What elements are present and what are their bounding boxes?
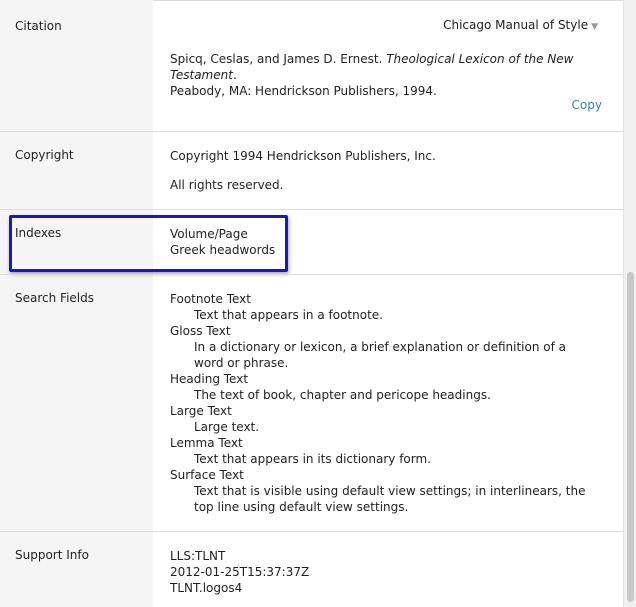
support-lines: LLS:TLNT 2012-01-25T15:37:37Z TLNT.logos… xyxy=(170,548,610,596)
indexes-highlight-box xyxy=(9,215,288,272)
divider xyxy=(0,531,624,532)
top-divider xyxy=(153,0,624,1)
field-name: Lemma Text xyxy=(170,436,243,450)
citation-style-dropdown[interactable]: Chicago Manual of Style ▼ xyxy=(443,18,598,32)
support-line: TLNT.logos4 xyxy=(170,581,243,595)
citation-style-value: Chicago Manual of Style xyxy=(443,18,589,32)
copyright-value: Copyright 1994 Hendrickson Publishers, I… xyxy=(170,148,610,193)
copy-button[interactable]: Copy xyxy=(572,98,602,112)
field-desc: The text of book, chapter and pericope h… xyxy=(194,388,491,402)
citation-text: Spicq, Ceslas, and James D. Ernest. Theo… xyxy=(170,52,574,98)
copyright-label: Copyright xyxy=(15,148,74,162)
field-name: Surface Text xyxy=(170,468,244,482)
support-line: LLS:TLNT xyxy=(170,549,226,563)
citation-author: Spicq, Ceslas, and James D. Ernest. xyxy=(170,52,383,66)
citation-publisher: Peabody, MA: Hendrickson Publishers, 199… xyxy=(170,84,437,98)
vertical-scrollbar[interactable] xyxy=(623,0,636,607)
rights-line: All rights reserved. xyxy=(170,178,284,192)
support-label: Support Info xyxy=(15,548,89,562)
resource-info-panel: Citation Chicago Manual of Style ▼ Spicq,… xyxy=(0,0,624,607)
field-desc: Text that appears in a footnote. xyxy=(194,308,383,322)
support-line: 2012-01-25T15:37:37Z xyxy=(170,565,310,579)
search-fields-label: Search Fields xyxy=(15,291,94,305)
citation-label: Citation xyxy=(15,19,62,33)
field-name: Large Text xyxy=(170,404,232,418)
scrollbar-thumb[interactable] xyxy=(627,272,634,602)
search-fields-list: Footnote Text Text that appears in a foo… xyxy=(170,291,610,515)
divider xyxy=(0,274,624,275)
field-desc: Text that appears in its dictionary form… xyxy=(194,452,431,466)
field-name: Heading Text xyxy=(170,372,249,386)
field-name: Gloss Text xyxy=(170,324,231,338)
chevron-down-icon: ▼ xyxy=(591,22,598,32)
divider xyxy=(0,131,624,132)
copyright-line: Copyright 1994 Hendrickson Publishers, I… xyxy=(170,149,436,163)
field-desc: In a dictionary or lexicon, a brief expl… xyxy=(194,340,567,370)
divider xyxy=(0,209,624,210)
field-name: Footnote Text xyxy=(170,292,251,306)
field-desc: Text that is visible using default view … xyxy=(194,484,586,514)
field-desc: Large text. xyxy=(194,420,260,434)
